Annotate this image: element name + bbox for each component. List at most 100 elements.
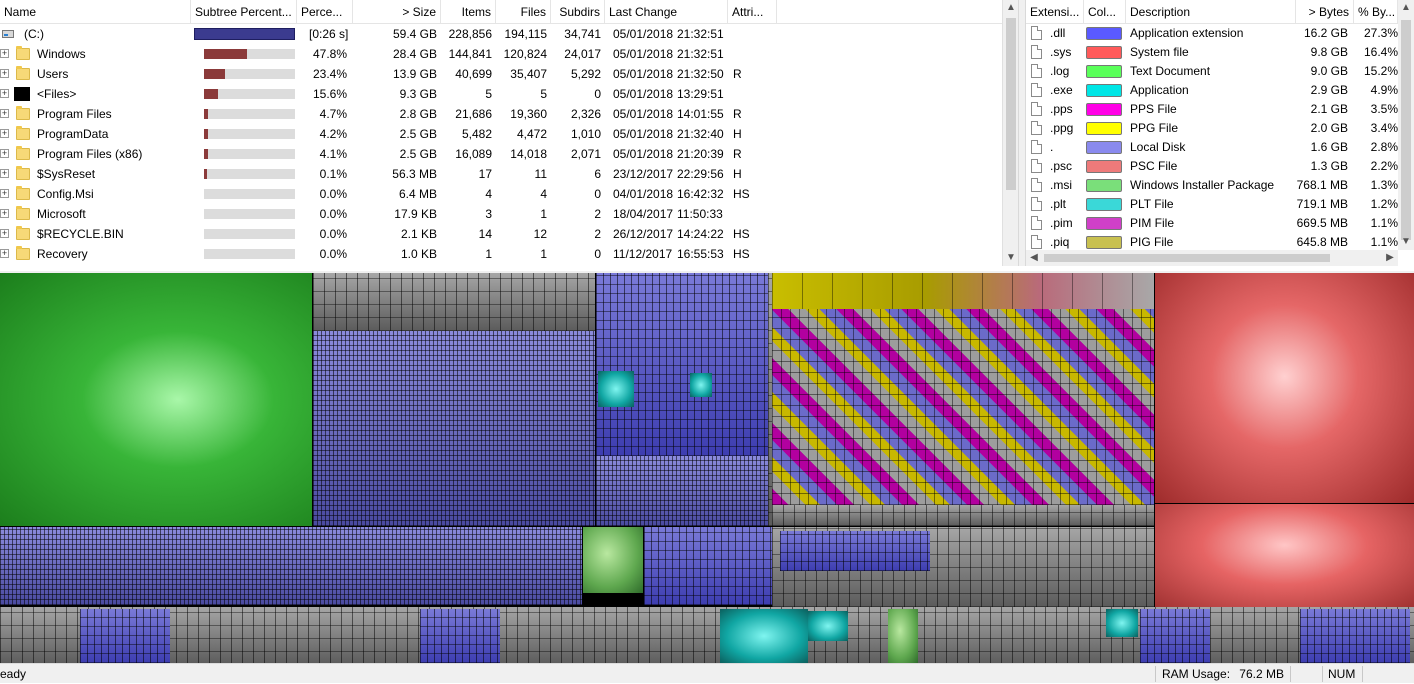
- scroll-up-arrow-icon[interactable]: ▲: [1003, 0, 1019, 16]
- expand-toggle-icon[interactable]: +: [0, 169, 9, 178]
- subtree-percentage-bar: [204, 149, 295, 159]
- tree-row[interactable]: + Microsoft 0.0% 17.9 KB 3 1 2 18/04/2017 11:50:…: [0, 204, 1002, 224]
- extension-row[interactable]: .exe Application 2.9 GB 4.9%: [1026, 81, 1398, 100]
- extension-row[interactable]: .psc PSC File 1.3 GB 2.2%: [1026, 157, 1398, 176]
- treemap-block-windows-dll[interactable]: [313, 331, 595, 526]
- extension-row[interactable]: .dll Application extension 16.2 GB 27.3%: [1026, 24, 1398, 43]
- column-header[interactable]: > Bytes: [1296, 0, 1354, 24]
- tree-row[interactable]: + Program Files 4.7% 2.8 GB 21,686 19,360 2,32…: [0, 104, 1002, 124]
- tree-row-root[interactable]: (C:) [0:26 s] 59.4 GB 228,856 194,115 34…: [0, 24, 1002, 44]
- column-header[interactable]: % By...: [1354, 0, 1398, 24]
- extension-description: PPS File: [1130, 102, 1177, 116]
- treemap-block-winsxs[interactable]: [596, 456, 768, 526]
- tree-vertical-scrollbar[interactable]: ▲ ▼: [1002, 0, 1018, 266]
- treemap-block-exe[interactable]: [598, 371, 634, 407]
- treemap-block-x86-dll[interactable]: [780, 531, 930, 571]
- tree-row[interactable]: + $RECYCLE.BIN 0.0% 2.1 KB 14 12 2 26/12/2017 14…: [0, 224, 1002, 244]
- extension-row[interactable]: .sys System file 9.8 GB 16.4%: [1026, 43, 1398, 62]
- scroll-right-arrow-icon[interactable]: ▶: [1382, 250, 1398, 266]
- row-date: 23/12/2017: [613, 167, 674, 181]
- treemap-block-program-files[interactable]: [0, 527, 582, 605]
- extension-description: Windows Installer Package: [1130, 178, 1275, 192]
- expand-toggle-icon[interactable]: +: [0, 129, 9, 138]
- tree-row[interactable]: + Program Files (x86) 4.1% 2.5 GB 16,089 14,0…: [0, 144, 1002, 164]
- treemap-block-users-data[interactable]: [772, 309, 1154, 505]
- extension-row[interactable]: .plt PLT File 719.1 MB 1.2%: [1026, 195, 1398, 214]
- column-header[interactable]: Description: [1126, 0, 1296, 24]
- extension-row[interactable]: .pim PIM File 669.5 MB 1.1%: [1026, 214, 1398, 233]
- treemap-block-users-misc[interactable]: [772, 505, 1154, 526]
- treemap-view[interactable]: [0, 271, 1414, 665]
- treemap-block-ppg[interactable]: [772, 273, 1154, 309]
- tree-row[interactable]: + Windows 47.8% 28.4 GB 144,841 120,824 24,017…: [0, 44, 1002, 64]
- extension-horizontal-scrollbar[interactable]: ◀ ▶: [1026, 250, 1398, 266]
- scroll-down-arrow-icon[interactable]: ▼: [1003, 250, 1019, 266]
- extension-row[interactable]: .pps PPS File 2.1 GB 3.5%: [1026, 100, 1398, 119]
- extension-scroll-thumb[interactable]: [1401, 20, 1411, 240]
- tree-row[interactable]: + $SysReset 0.1% 56.3 MB 17 11 6 23/12/2017 22:2…: [0, 164, 1002, 184]
- expand-toggle-icon[interactable]: +: [0, 189, 9, 198]
- expand-toggle-icon[interactable]: +: [0, 209, 9, 218]
- extension-name: .exe: [1050, 83, 1073, 97]
- column-header[interactable]: Subdirs: [551, 0, 605, 24]
- treemap-block-windows-grey[interactable]: [313, 273, 595, 331]
- treemap-block-dll[interactable]: [1140, 609, 1210, 663]
- extension-name: .pps: [1050, 102, 1073, 116]
- extension-row[interactable]: .log Text Document 9.0 GB 15.2%: [1026, 62, 1398, 81]
- extension-vertical-scrollbar[interactable]: ▲ ▼: [1398, 0, 1414, 250]
- expand-toggle-icon[interactable]: +: [0, 109, 9, 118]
- color-swatch: [1086, 65, 1122, 78]
- column-header[interactable]: Perce...: [297, 0, 353, 24]
- color-swatch: [1086, 122, 1122, 135]
- column-header[interactable]: Col...: [1084, 0, 1126, 24]
- extension-list-panel: Extensi... Col... Description > Bytes% By..…: [1026, 0, 1414, 266]
- treemap-block-msi[interactable]: [888, 609, 918, 663]
- extension-row[interactable]: .msi Windows Installer Package 768.1 MB 1.3…: [1026, 176, 1398, 195]
- treemap-block-exe[interactable]: [1106, 609, 1138, 637]
- column-header[interactable]: Extensi...: [1026, 0, 1084, 24]
- color-swatch: [1086, 217, 1122, 230]
- treemap-block-log-file[interactable]: [0, 273, 312, 526]
- expand-toggle-icon[interactable]: +: [0, 229, 9, 238]
- column-header[interactable]: Subtree Percent...: [191, 0, 297, 24]
- expand-toggle-icon[interactable]: +: [0, 49, 9, 58]
- treemap-block-dll[interactable]: [80, 609, 170, 663]
- scroll-up-arrow-icon[interactable]: ▲: [1398, 0, 1414, 16]
- row-subdirs: 2: [594, 207, 601, 221]
- treemap-block-exe[interactable]: [808, 611, 848, 641]
- extension-description: Application: [1130, 83, 1189, 97]
- pane-splitter[interactable]: [1018, 0, 1026, 266]
- treemap-block-programdata[interactable]: [644, 527, 772, 605]
- expand-toggle-icon[interactable]: +: [0, 249, 9, 258]
- column-header[interactable]: Items: [441, 0, 496, 24]
- extension-row[interactable]: .ppg PPG File 2.0 GB 3.4%: [1026, 119, 1398, 138]
- column-header[interactable]: Files: [496, 0, 551, 24]
- treemap-block-dll[interactable]: [1300, 609, 1410, 663]
- scroll-left-arrow-icon[interactable]: ◀: [1026, 250, 1042, 266]
- tree-column-headers: Name Subtree Percent... Perce... > Size Item…: [0, 0, 1002, 24]
- column-header[interactable]: Name: [0, 0, 191, 24]
- column-header[interactable]: Last Change: [605, 0, 728, 24]
- treemap-block-system32[interactable]: [596, 273, 768, 456]
- treemap-block-dll[interactable]: [420, 609, 500, 663]
- tree-row[interactable]: + <Files> 15.6% 9.3 GB 5 5 0 05/01/2018 13:29:51: [0, 84, 1002, 104]
- tree-row[interactable]: + Users 23.4% 13.9 GB 40,699 35,407 5,292 05/01…: [0, 64, 1002, 84]
- extension-hscroll-thumb[interactable]: [1044, 254, 1330, 262]
- treemap-block-sys-pagefile[interactable]: [1155, 273, 1414, 503]
- expand-toggle-icon[interactable]: +: [0, 89, 9, 98]
- extension-row[interactable]: . Local Disk 1.6 GB 2.8%: [1026, 138, 1398, 157]
- tree-scroll-thumb[interactable]: [1006, 18, 1016, 190]
- expand-toggle-icon[interactable]: +: [0, 69, 9, 78]
- treemap-block-msi[interactable]: [583, 527, 643, 593]
- extension-description: PSC File: [1130, 159, 1178, 173]
- scroll-down-arrow-icon[interactable]: ▼: [1398, 234, 1414, 250]
- tree-row[interactable]: + Recovery 0.0% 1.0 KB 1 1 0 11/12/2017 16:55:53…: [0, 244, 1002, 264]
- column-header[interactable]: Attri...: [728, 0, 777, 24]
- treemap-block-sys-swapfile[interactable]: [1155, 504, 1414, 607]
- treemap-block-exe[interactable]: [720, 609, 808, 663]
- column-header[interactable]: > Size: [353, 0, 441, 24]
- tree-row[interactable]: + ProgramData 4.2% 2.5 GB 5,482 4,472 1,010 05/…: [0, 124, 1002, 144]
- expand-toggle-icon[interactable]: +: [0, 149, 9, 158]
- tree-row[interactable]: + Config.Msi 0.0% 6.4 MB 4 4 0 04/01/2018 16:42:…: [0, 184, 1002, 204]
- treemap-block-exe[interactable]: [690, 373, 712, 397]
